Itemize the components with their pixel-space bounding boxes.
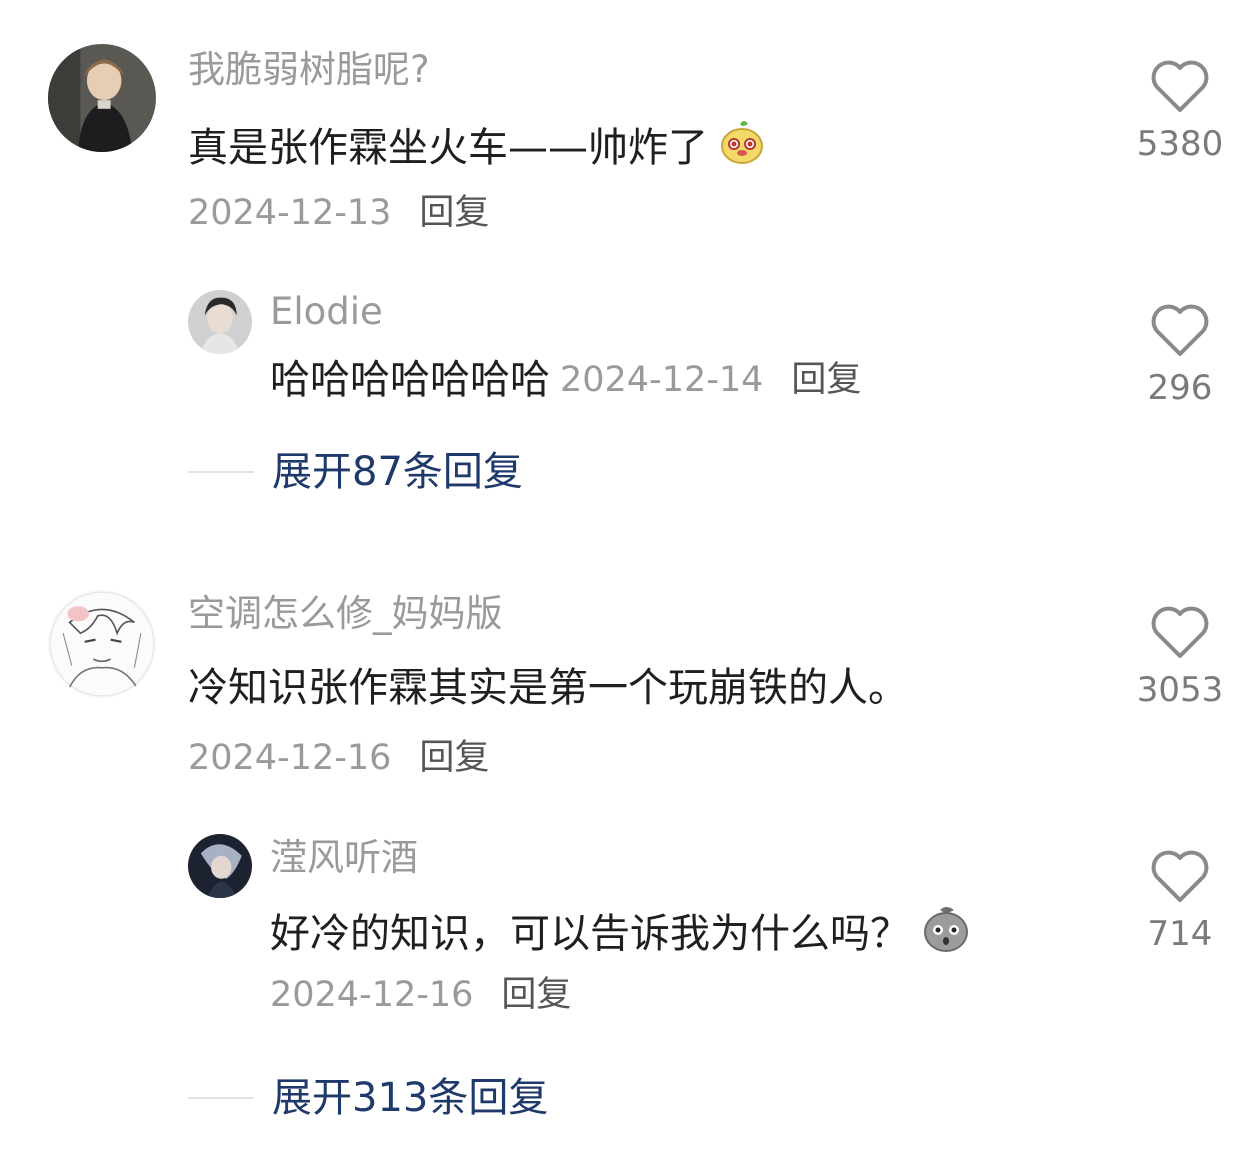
heart-icon [1151, 304, 1209, 356]
gray-bean-emoji-icon [920, 902, 972, 965]
reply-text: 好冷的知识，可以告诉我为什么吗？ [270, 902, 972, 965]
reply-body: 哈哈哈哈哈哈哈 [270, 357, 550, 403]
like-count: 3053 [1136, 670, 1224, 710]
expand-replies-label: 展开87条回复 [272, 449, 523, 495]
reply-button[interactable]: 回复 [419, 192, 489, 234]
reply-button[interactable]: 回复 [501, 974, 571, 1016]
comment-text: 冷知识张作霖其实是第一个玩崩铁的人。 [188, 664, 908, 712]
comment-username[interactable]: 空调怎么修_妈妈版 [188, 592, 503, 636]
comment-meta: 2024-12-16 回复 [188, 737, 489, 779]
expand-replies-button[interactable]: 展开313条回复 [188, 1074, 548, 1122]
like-count: 296 [1147, 368, 1213, 408]
like-button[interactable]: 714 [1120, 848, 1240, 954]
comment-username[interactable]: 我脆弱树脂呢? [188, 48, 430, 92]
like-count: 5380 [1136, 124, 1224, 164]
avatar[interactable] [188, 834, 252, 898]
like-button[interactable]: 5380 [1120, 58, 1240, 164]
reply-button[interactable]: 回复 [419, 737, 489, 779]
reply-meta: 2024-12-16 回复 [270, 974, 571, 1016]
comment-text: 真是张作霖坐火车——帅炸了 [188, 118, 766, 177]
reply-text: 哈哈哈哈哈哈哈 2024-12-14 回复 [270, 356, 861, 404]
heart-icon [1151, 60, 1209, 112]
comment-body: 冷知识张作霖其实是第一个玩崩铁的人。 [188, 665, 908, 711]
reply-date: 2024-12-14 [560, 360, 764, 400]
reply-button[interactable]: 回复 [791, 356, 861, 404]
comment-date: 2024-12-13 [188, 193, 392, 233]
expand-replies-label: 展开313条回复 [272, 1075, 549, 1121]
comment-meta: 2024-12-13 回复 [188, 192, 489, 234]
expand-replies-button[interactable]: 展开87条回复 [188, 448, 523, 496]
yellow-mango-emoji-icon [718, 118, 766, 177]
reply-body: 好冷的知识，可以告诉我为什么吗？ [270, 910, 910, 957]
comment-body: 真是张作霖坐火车——帅炸了 [188, 124, 708, 171]
like-button[interactable]: 3053 [1120, 604, 1240, 710]
avatar[interactable] [48, 590, 156, 698]
like-count: 714 [1147, 914, 1213, 954]
comment-date: 2024-12-16 [188, 738, 392, 778]
like-button[interactable]: 296 [1120, 302, 1240, 408]
avatar[interactable] [188, 290, 252, 354]
avatar[interactable] [48, 44, 156, 152]
reply-username[interactable]: 滢风听酒 [270, 836, 418, 880]
divider [188, 471, 254, 473]
divider [188, 1097, 254, 1099]
reply-date: 2024-12-16 [270, 975, 474, 1015]
heart-icon [1151, 606, 1209, 658]
reply-username[interactable]: Elodie [270, 290, 383, 334]
heart-icon [1151, 850, 1209, 902]
